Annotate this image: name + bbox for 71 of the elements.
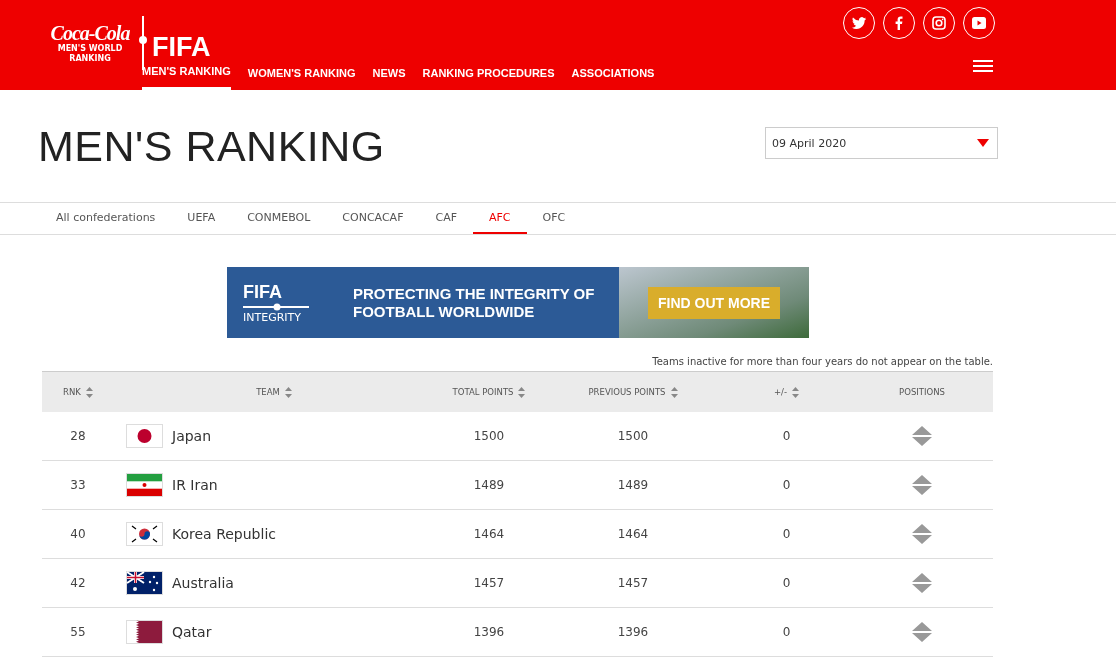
confederation-tab[interactable]: CAF (419, 203, 473, 234)
confederation-tab[interactable]: CONMEBOL (231, 203, 327, 234)
line-icon (243, 302, 309, 311)
banner-logo-subtitle: INTEGRITY (243, 310, 301, 324)
points-cell: 1500 (617, 429, 649, 443)
menu-icon[interactable] (973, 59, 993, 73)
points-cell: 1464 (617, 527, 649, 541)
change-cell: 0 (782, 429, 791, 443)
nav-link[interactable]: ASSOCIATIONS (571, 62, 655, 90)
change-cell: 0 (782, 625, 791, 639)
rank-cell: 40 (70, 527, 86, 541)
sort-icon[interactable] (670, 386, 678, 398)
logo-brand: Coca-Cola (50, 22, 130, 44)
banner-logo-text: FIFA (243, 281, 282, 303)
column-header[interactable]: PREVIOUS POINTS (588, 387, 666, 397)
flag-icon (126, 571, 163, 595)
sort-icon[interactable] (518, 386, 526, 398)
confederation-tab[interactable]: AFC (473, 203, 527, 234)
table-note: Teams inactive for more than four years do not appear on the table. (651, 356, 993, 367)
logo-org: FIFA (152, 31, 211, 63)
points-cell: 1489 (473, 478, 505, 492)
rank-cell: 55 (70, 625, 86, 639)
no-change-icon (912, 524, 932, 544)
caret-icon (977, 139, 989, 147)
rank-cell: 33 (70, 478, 86, 492)
banner-headline: PROTECTING THE INTEGRITY OF FOOTBALL WORLDWIDE (353, 284, 596, 321)
no-change-icon (912, 475, 932, 495)
flag-icon (126, 424, 163, 448)
nav-link[interactable]: MEN'S RANKING (142, 62, 231, 90)
column-header[interactable]: POSITIONS (899, 387, 945, 397)
team-name[interactable]: Qatar (172, 624, 212, 640)
points-cell: 1396 (617, 625, 649, 639)
flag-icon (126, 522, 163, 546)
points-cell: 1457 (617, 576, 649, 590)
confederation-tab[interactable]: CONCACAF (326, 203, 420, 234)
no-change-icon (912, 573, 932, 593)
points-cell: 1489 (617, 478, 649, 492)
nav-link[interactable]: RANKING PROCEDURES (422, 62, 555, 90)
change-cell: 0 (782, 478, 791, 492)
column-header[interactable]: RNK (63, 387, 81, 397)
sort-icon[interactable] (284, 386, 292, 398)
change-cell: 0 (782, 527, 791, 541)
column-header[interactable]: TEAM (256, 387, 280, 397)
points-cell: 1464 (473, 527, 505, 541)
change-cell: 0 (782, 576, 791, 590)
team-name[interactable]: Korea Republic (172, 526, 276, 542)
team-name[interactable]: Japan (172, 428, 212, 444)
logo-caption: MEN'S WORLD RANKING (56, 44, 124, 64)
column-header[interactable]: +/- (773, 387, 788, 397)
page-title: MEN'S RANKING (38, 121, 385, 171)
points-cell: 1457 (473, 576, 505, 590)
rank-cell: 42 (70, 576, 86, 590)
column-header[interactable]: TOTAL POINTS (452, 387, 514, 397)
flag-icon (126, 473, 163, 497)
team-name[interactable]: IR Iran (172, 477, 218, 493)
team-name[interactable]: Australia (172, 575, 234, 591)
sort-icon[interactable] (85, 386, 93, 398)
confederation-tab[interactable]: OFC (526, 203, 582, 234)
nav-link[interactable]: NEWS (372, 62, 406, 90)
sort-icon[interactable] (792, 386, 800, 398)
flag-icon (126, 620, 163, 644)
points-cell: 1396 (473, 625, 505, 639)
no-change-icon (912, 426, 932, 446)
confederation-tab[interactable]: UEFA (171, 203, 232, 234)
nav-link[interactable]: WOMEN'S RANKING (247, 62, 356, 90)
points-cell: 1500 (473, 429, 505, 443)
confederation-tab[interactable]: All confederations (40, 203, 172, 234)
ad-banner[interactable]: FIFA INTEGRITY PROTECTING THE INTEGRITY OF FOOTBALL WORLDWIDE FIND OUT MORE (227, 267, 809, 338)
date-dropdown[interactable]: 09 April 2020 (765, 127, 998, 159)
no-change-icon (912, 622, 932, 642)
rank-cell: 28 (70, 429, 86, 443)
